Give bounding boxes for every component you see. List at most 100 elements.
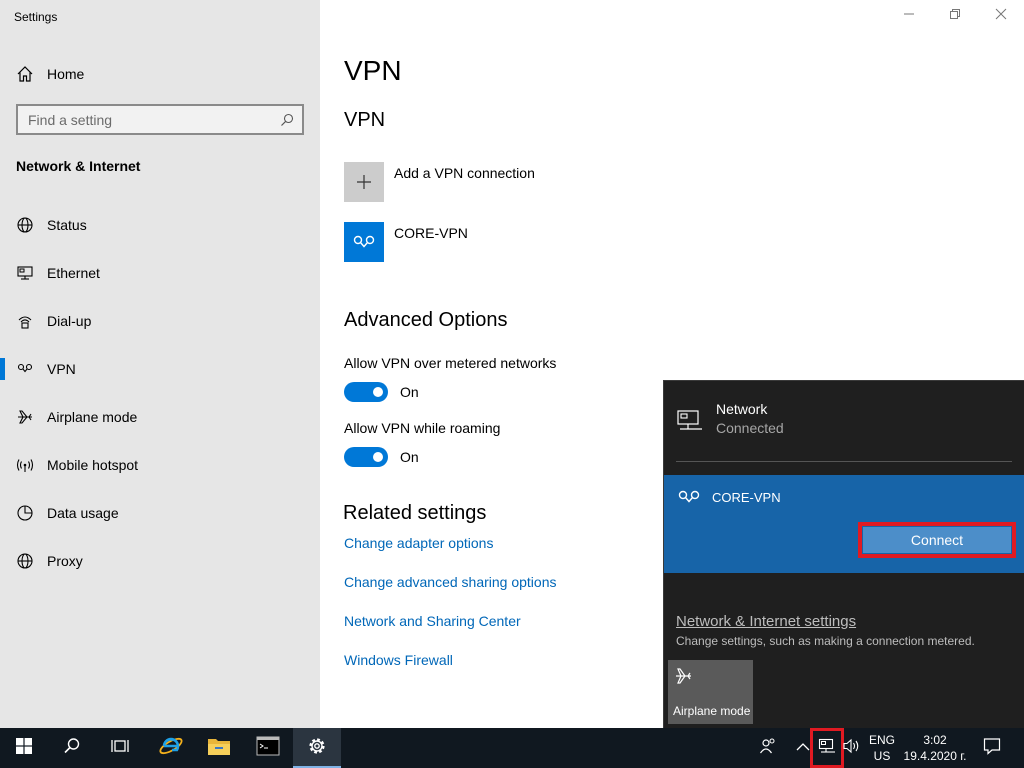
vpn-connection-name: CORE-VPN — [394, 225, 468, 241]
region-code: US — [873, 749, 891, 763]
clock-date: 19.4.2020 г. — [903, 749, 967, 763]
windows-firewall-link[interactable]: Windows Firewall — [344, 652, 453, 668]
add-vpn-connection-button[interactable]: Add a VPN connection — [344, 162, 535, 202]
windows-logo-icon — [16, 737, 32, 759]
connect-button[interactable]: Connect — [858, 522, 1016, 558]
gear-icon — [306, 735, 328, 762]
volume-button[interactable] — [842, 728, 862, 768]
close-button[interactable] — [978, 0, 1024, 32]
dialup-icon — [16, 312, 34, 330]
taskbar: ENG US 3:02 19.4.2020 г. — [0, 728, 1024, 768]
sidebar-home-label: Home — [47, 66, 85, 82]
related-settings-title: Related settings — [343, 502, 487, 524]
search-icon[interactable] — [280, 113, 294, 127]
restore-button[interactable] — [932, 0, 978, 32]
sidebar-item-ethernet[interactable]: Ethernet — [0, 249, 320, 297]
vpn-section-title: VPN — [344, 109, 386, 131]
internet-explorer-button[interactable] — [147, 728, 195, 768]
sidebar-item-data-usage[interactable]: Data usage — [0, 489, 320, 537]
ethernet-icon — [676, 409, 704, 433]
settings-taskbar-button[interactable] — [293, 728, 341, 768]
network-sharing-center-link[interactable]: Network and Sharing Center — [344, 613, 521, 629]
sidebar-nav: Status Ethernet Dial-up VPN Airplane mod… — [0, 201, 320, 585]
hotspot-icon — [16, 456, 34, 474]
start-button[interactable] — [0, 728, 48, 768]
sidebar-item-status[interactable]: Status — [0, 201, 320, 249]
toggle-knob — [373, 452, 383, 462]
sidebar-item-label: Mobile hotspot — [47, 457, 139, 473]
airplane-mode-label: Airplane mode — [673, 704, 751, 718]
toggle-knob — [373, 387, 383, 397]
sidebar-item-label: Dial-up — [47, 313, 92, 329]
notification-icon — [983, 737, 1001, 760]
data-usage-icon — [16, 504, 34, 522]
vpn-flyout-item: CORE-VPN — [676, 487, 781, 507]
language-code: ENG — [868, 733, 895, 747]
plus-icon — [344, 162, 384, 202]
clock[interactable]: 3:02 19.4.2020 г. — [902, 732, 968, 764]
network-item[interactable]: Network Connected — [676, 401, 784, 436]
network-settings-link[interactable]: Network & Internet settings — [676, 613, 856, 630]
file-explorer-button[interactable] — [195, 728, 243, 768]
network-settings-description: Change settings, such as making a connec… — [676, 634, 975, 648]
task-view-icon — [110, 737, 130, 760]
change-advanced-sharing-link[interactable]: Change advanced sharing options — [344, 574, 557, 590]
airplane-icon — [674, 667, 694, 685]
add-vpn-label: Add a VPN connection — [394, 165, 535, 181]
airplane-mode-tile[interactable]: Airplane mode — [668, 660, 753, 724]
globe-icon — [16, 216, 34, 234]
sidebar-item-mobile-hotspot[interactable]: Mobile hotspot — [0, 441, 320, 489]
sidebar-item-label: Proxy — [47, 553, 83, 569]
restore-icon — [949, 7, 961, 25]
home-icon — [16, 65, 34, 83]
sidebar-home[interactable]: Home — [16, 63, 84, 85]
vpn-flyout-name: CORE-VPN — [712, 489, 781, 505]
terminal-icon — [256, 736, 280, 761]
network-flyout: Network Connected CORE-VPN Connect Netwo… — [663, 380, 1024, 728]
app-title: Settings — [14, 10, 58, 24]
metered-option-label: Allow VPN over metered networks — [344, 355, 557, 371]
action-center-button[interactable] — [976, 728, 1008, 768]
chevron-up-icon — [796, 739, 810, 757]
metered-toggle-state: On — [400, 384, 419, 400]
network-status: Connected — [716, 420, 784, 436]
people-button[interactable] — [754, 728, 782, 768]
roaming-toggle-state: On — [400, 449, 419, 465]
search-button[interactable] — [48, 728, 96, 768]
metered-toggle-row: On — [344, 382, 419, 402]
search-box[interactable] — [16, 104, 304, 135]
sidebar-item-vpn[interactable]: VPN — [0, 345, 320, 393]
sidebar-section-title: Network & Internet — [16, 158, 141, 174]
close-icon — [995, 7, 1007, 25]
change-adapter-options-link[interactable]: Change adapter options — [344, 535, 493, 551]
network-tray-button[interactable] — [810, 728, 844, 768]
sidebar-item-label: Status — [47, 217, 87, 233]
search-icon — [63, 737, 81, 760]
minimize-button[interactable] — [886, 0, 932, 32]
folder-icon — [207, 736, 231, 761]
network-name: Network — [716, 401, 768, 417]
vpn-connection-item[interactable]: CORE-VPN — [344, 222, 468, 262]
vpn-icon — [676, 487, 702, 507]
people-icon — [759, 737, 777, 760]
task-view-button[interactable] — [96, 728, 144, 768]
divider — [676, 461, 1012, 462]
sidebar-item-label: Ethernet — [47, 265, 100, 281]
sidebar-item-dialup[interactable]: Dial-up — [0, 297, 320, 345]
speaker-icon — [843, 738, 861, 759]
roaming-toggle-row: On — [344, 447, 419, 467]
command-prompt-button[interactable] — [244, 728, 292, 768]
vpn-connection-panel[interactable]: CORE-VPN Connect — [664, 475, 1024, 573]
page-title: VPN — [344, 55, 402, 86]
sidebar-item-airplane-mode[interactable]: Airplane mode — [0, 393, 320, 441]
roaming-toggle[interactable] — [344, 447, 388, 467]
clock-time: 3:02 — [923, 733, 947, 747]
ethernet-icon — [16, 264, 34, 282]
sidebar-item-proxy[interactable]: Proxy — [0, 537, 320, 585]
metered-toggle[interactable] — [344, 382, 388, 402]
ethernet-icon — [818, 738, 836, 759]
sidebar-item-label: Data usage — [47, 505, 119, 521]
input-language-indicator[interactable]: ENG US — [862, 732, 902, 764]
search-input[interactable] — [28, 111, 280, 128]
sidebar-item-label: Airplane mode — [47, 409, 138, 425]
